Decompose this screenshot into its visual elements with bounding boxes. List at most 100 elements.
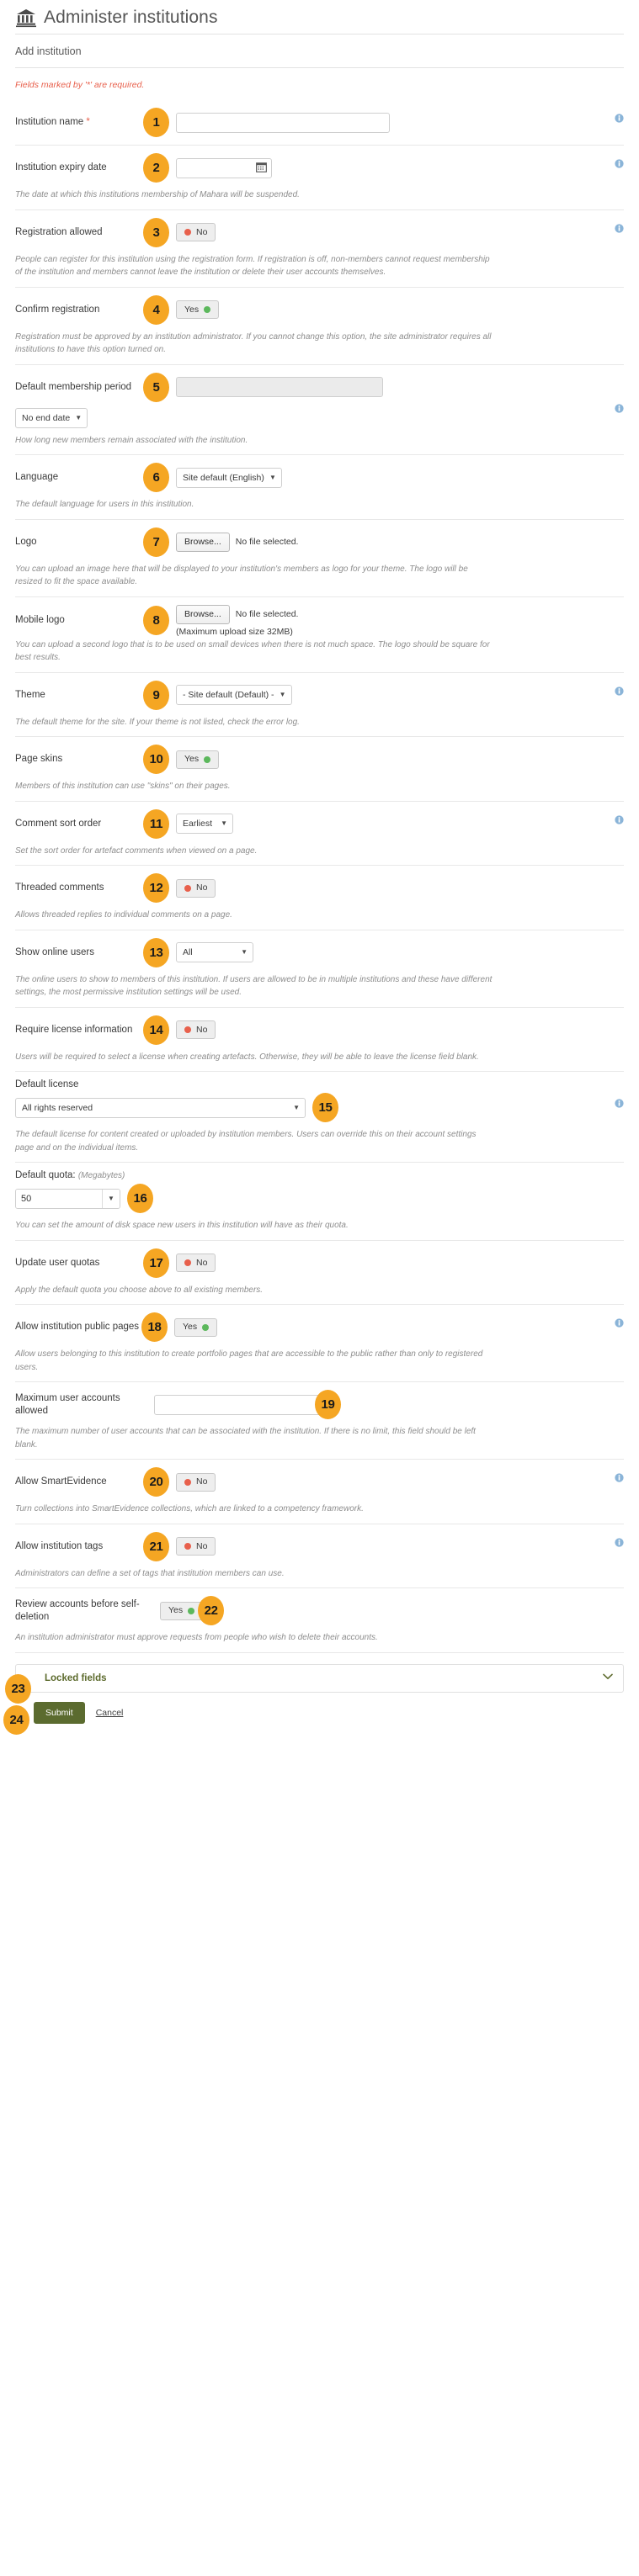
cancel-link[interactable]: Cancel	[96, 1708, 124, 1718]
field-confirm-registration: Confirm registration 4 Yes Registration …	[15, 288, 624, 365]
require-license-information-toggle[interactable]: No	[176, 1020, 216, 1039]
callout-badge-18: 18	[141, 1312, 168, 1342]
label-theme: Theme	[15, 689, 45, 700]
field-theme: Theme 9 - Site default (Default) - ▼ The…	[15, 673, 624, 737]
help-default-membership-period: How long new members remain associated w…	[15, 435, 248, 445]
default-membership-period-unit-select[interactable]: No end date	[15, 407, 88, 428]
maximum-user-accounts-input[interactable]	[154, 1394, 327, 1415]
callout-badge-17: 17	[143, 1248, 169, 1278]
default-membership-period-input[interactable]	[176, 377, 383, 397]
default-license-select[interactable]: All rights reserved	[15, 1097, 306, 1118]
institution-expiry-date-input[interactable]	[176, 157, 272, 178]
admin-institutions-page: Administer institutions Add institution …	[0, 0, 639, 1735]
field-mobile-logo: Mobile logo 8 Browse... No file selected…	[15, 597, 624, 673]
info-icon[interactable]	[615, 1097, 624, 1108]
page-title: Administer institutions	[44, 8, 218, 28]
theme-select[interactable]: - Site default (Default) -	[176, 685, 292, 705]
page-header: Administer institutions	[0, 0, 639, 34]
default-membership-period-unit-wrap: No end date ▼	[15, 407, 88, 428]
label-default-license: Default license	[15, 1079, 79, 1089]
callout-badge-20: 20	[143, 1467, 169, 1497]
default-quota-control[interactable]: ▼	[15, 1188, 120, 1209]
field-require-license-information: Require license information 14 No Users …	[15, 1008, 624, 1072]
callout-badge-14: 14	[143, 1015, 169, 1045]
label-allow-smartevidence: Allow SmartEvidence	[15, 1476, 107, 1487]
label-language: Language	[15, 472, 59, 483]
callout-badge-22: 22	[198, 1596, 225, 1625]
callout-badge-23: 23	[5, 1673, 31, 1704]
submit-button[interactable]: Submit	[34, 1701, 85, 1724]
label-threaded-comments: Threaded comments	[15, 883, 104, 893]
label-update-user-quotas: Update user quotas	[15, 1257, 100, 1268]
logo-browse-button[interactable]: Browse...	[176, 532, 230, 552]
help-allow-smartevidence: Turn collections into SmartEvidence coll…	[15, 1504, 364, 1513]
review-accounts-before-self-deletion-toggle[interactable]: Yes	[160, 1601, 204, 1620]
institution-name-input[interactable]	[176, 112, 390, 133]
status-dot-red	[184, 1543, 191, 1550]
update-user-quotas-toggle[interactable]: No	[176, 1254, 216, 1272]
allow-smartevidence-toggle[interactable]: No	[176, 1472, 216, 1492]
comment-sort-order-select[interactable]: Earliest	[176, 814, 233, 834]
field-threaded-comments: Threaded comments 12 No Allows threaded …	[15, 866, 624, 930]
status-dot-red	[184, 1478, 191, 1486]
page-skins-toggle[interactable]: Yes	[176, 750, 220, 769]
callout-badge-12: 12	[143, 873, 169, 903]
help-confirm-registration: Registration must be approved by an inst…	[15, 331, 492, 355]
status-dot-red	[184, 1259, 191, 1266]
help-registration-allowed: People can register for this institution…	[15, 254, 490, 278]
field-registration-allowed: Registration allowed 3 No People can reg…	[15, 210, 624, 288]
info-icon[interactable]	[615, 402, 624, 413]
locked-fields-title: Locked fields	[45, 1672, 107, 1683]
language-select[interactable]: Site default (English)	[176, 467, 282, 488]
help-language: The default language for users in this i…	[15, 500, 194, 509]
field-page-skins: Page skins 10 Yes Members of this instit…	[15, 737, 624, 802]
threaded-comments-toggle[interactable]: No	[176, 878, 216, 898]
mobile-logo-file-status: No file selected.	[235, 609, 299, 619]
info-icon[interactable]	[615, 814, 624, 824]
chevron-down-icon[interactable]: ▼	[102, 1189, 120, 1208]
show-online-users-select[interactable]: All	[176, 942, 253, 962]
default-quota-input[interactable]	[16, 1189, 102, 1208]
help-allow-institution-tags: Administrators can define a set of tags …	[15, 1568, 285, 1578]
info-icon[interactable]	[615, 1536, 624, 1547]
help-review-accounts-before-self-deletion: An institution administrator must approv…	[15, 1633, 378, 1642]
info-icon[interactable]	[615, 1471, 624, 1482]
info-icon[interactable]	[615, 685, 624, 696]
callout-badge-5: 5	[143, 372, 169, 402]
field-maximum-user-accounts-allowed: Maximum user accounts allowed 19 The max…	[15, 1382, 624, 1460]
info-icon[interactable]	[615, 1317, 624, 1328]
help-institution-expiry-date: The date at which this institutions memb…	[15, 190, 300, 199]
allow-institution-tags-toggle[interactable]: No	[176, 1537, 216, 1556]
mobile-logo-browse-button[interactable]: Browse...	[176, 604, 230, 624]
confirm-registration-toggle[interactable]: Yes	[176, 300, 220, 319]
help-default-quota: You can set the amount of disk space new…	[15, 1221, 349, 1230]
callout-badge-24: 24	[3, 1704, 29, 1735]
callout-badge-8: 8	[143, 606, 169, 635]
field-comment-sort-order: Comment sort order 11 Earliest ▼ Set the…	[15, 802, 624, 866]
institution-form: Fields marked by '*' are required. Insti…	[0, 68, 639, 1735]
required-fields-note: Fields marked by '*' are required.	[15, 80, 145, 90]
label-confirm-registration: Confirm registration	[15, 304, 100, 315]
label-page-skins: Page skins	[15, 754, 63, 765]
help-comment-sort-order: Set the sort order for artefact comments…	[15, 845, 258, 856]
info-icon[interactable]	[615, 112, 624, 123]
help-show-online-users: The online users to show to members of t…	[15, 974, 493, 998]
status-dot-green	[188, 1607, 195, 1614]
registration-allowed-toggle[interactable]: No	[176, 223, 216, 241]
info-icon[interactable]	[615, 157, 624, 168]
help-logo: You can upload an image here that will b…	[15, 564, 468, 587]
field-review-accounts-before-self-deletion: Review accounts before self-deletion Yes…	[15, 1588, 624, 1653]
callout-badge-21: 21	[143, 1531, 169, 1561]
help-page-skins: Members of this institution can use "ski…	[15, 782, 231, 791]
label-require-license-information: Require license information	[15, 1024, 133, 1035]
status-dot-green	[202, 1323, 210, 1331]
required-asterisk: *	[86, 117, 90, 128]
allow-institution-public-pages-toggle[interactable]: Yes	[174, 1317, 218, 1337]
locked-fields-collapsible[interactable]: Locked fields	[15, 1663, 624, 1693]
callout-badge-19: 19	[315, 1390, 341, 1419]
form-actions: Submit Cancel	[15, 1701, 624, 1724]
label-show-online-users: Show online users	[15, 946, 94, 957]
field-allow-smartevidence: Allow SmartEvidence 20 No Turn collectio…	[15, 1460, 624, 1524]
info-icon[interactable]	[615, 222, 624, 233]
field-allow-institution-tags: Allow institution tags 21 No Administrat…	[15, 1524, 624, 1588]
